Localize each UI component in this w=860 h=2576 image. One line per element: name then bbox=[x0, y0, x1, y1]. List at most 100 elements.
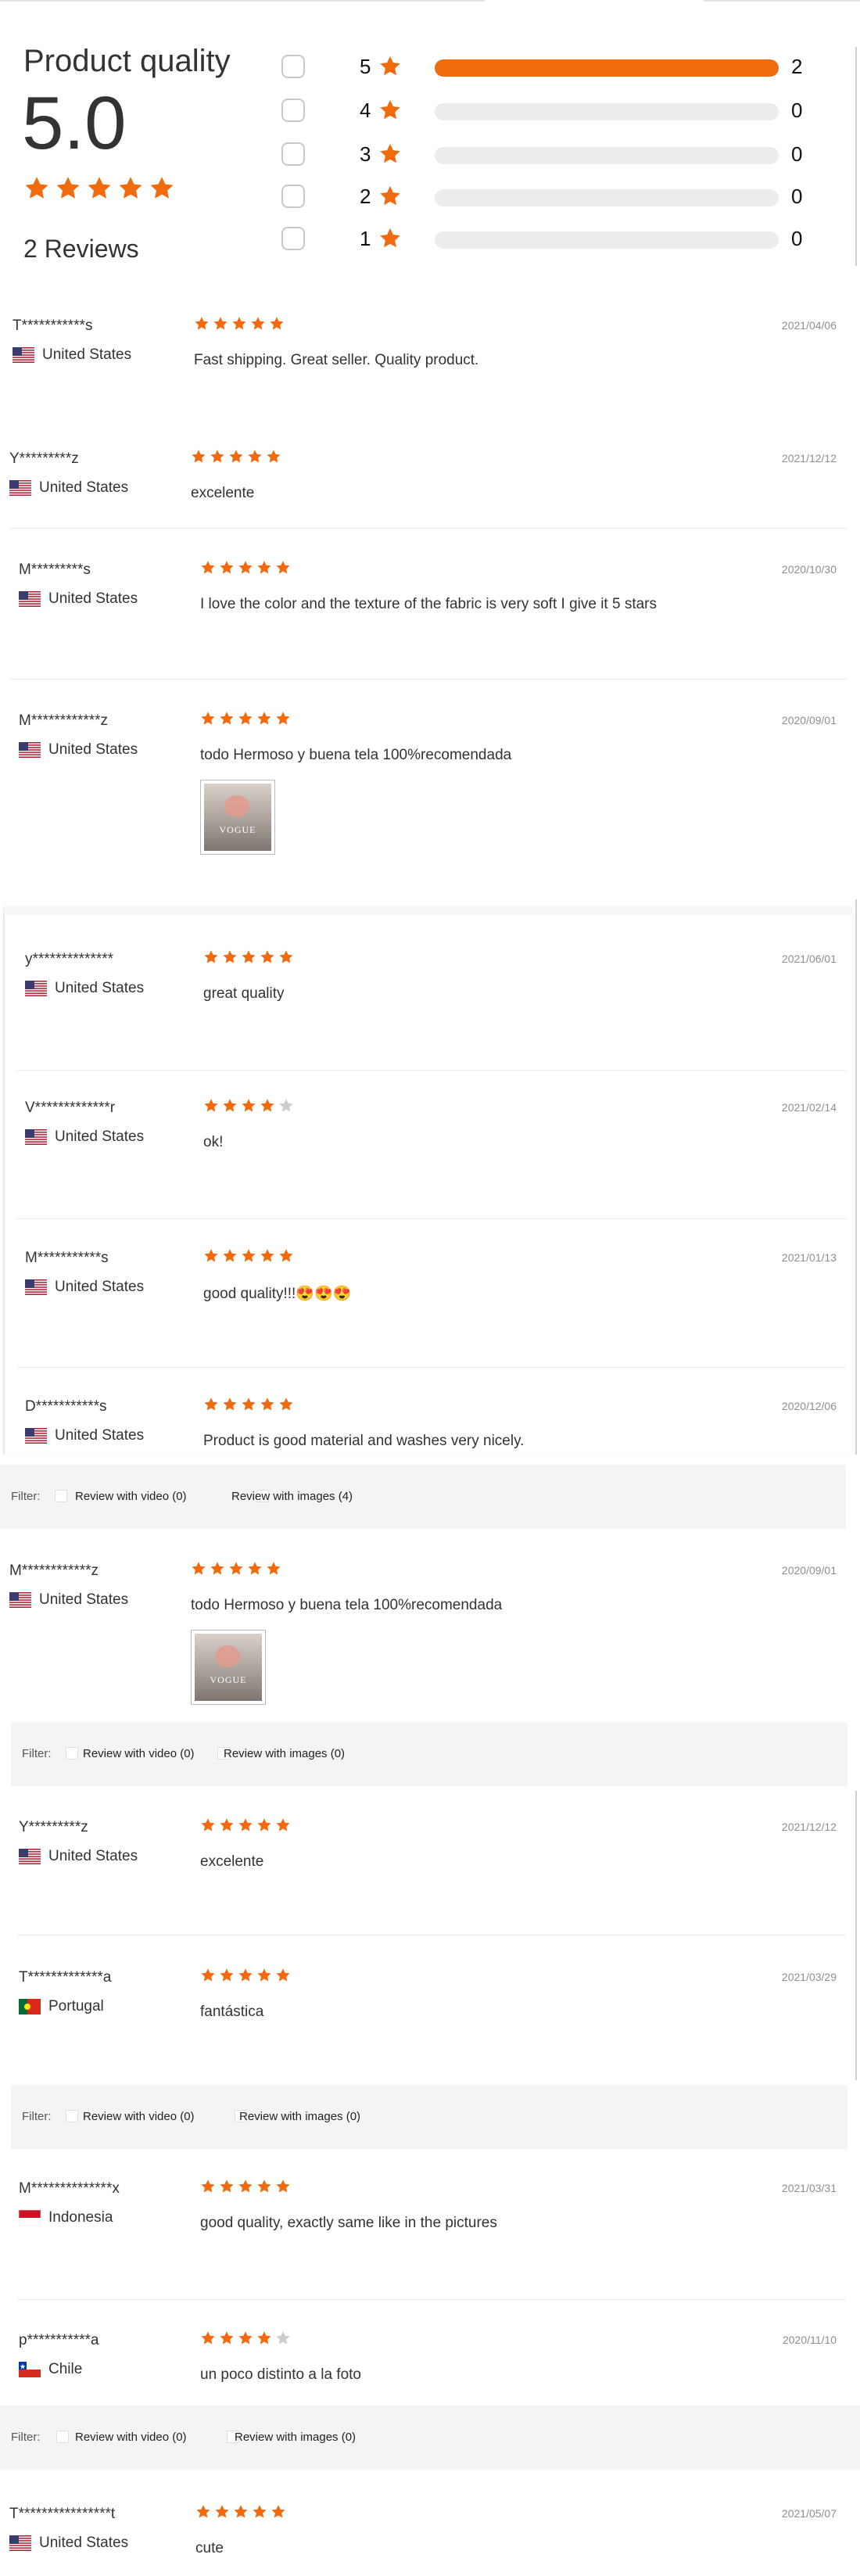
video-filter-label[interactable]: Review with video (0) bbox=[75, 1490, 187, 1503]
star-icon bbox=[201, 2331, 215, 2345]
reviewer-country: United States bbox=[55, 1279, 145, 1295]
star-icon bbox=[380, 143, 400, 163]
star-icon bbox=[248, 450, 262, 463]
portugal-flag-icon bbox=[19, 1999, 41, 2015]
review-stars bbox=[203, 1098, 297, 1114]
us-flag-icon bbox=[9, 1592, 31, 1608]
rating-summary: Product quality 5.0 2 Reviews 5 2 4 0 3 … bbox=[0, 23, 860, 274]
reviewer-name: D***********s bbox=[25, 1398, 107, 1415]
image-filter-label[interactable]: Review with images (4) bbox=[231, 1490, 353, 1503]
rating-filter-checkbox[interactable] bbox=[281, 142, 305, 166]
video-filter-checkbox[interactable] bbox=[55, 1490, 67, 1502]
rating-filter-checkbox[interactable] bbox=[281, 55, 305, 78]
rating-count: 0 bbox=[791, 185, 803, 208]
summary-score: 5.0 bbox=[22, 81, 127, 165]
reviewer-name: Y*********z bbox=[9, 450, 79, 467]
star-icon bbox=[88, 177, 111, 199]
review-date: 2021/12/12 bbox=[781, 1821, 837, 1833]
reviewer-name: T***********s bbox=[13, 318, 93, 334]
review-text: fantástica bbox=[200, 2004, 264, 2020]
reviewer-name: Y*********z bbox=[19, 1819, 88, 1835]
star-icon bbox=[267, 450, 281, 463]
star-icon bbox=[195, 317, 209, 330]
review-text: great quality bbox=[203, 985, 285, 1002]
star-icon bbox=[257, 2331, 271, 2345]
reviewer-country: United States bbox=[55, 1427, 145, 1444]
star-icon bbox=[257, 712, 271, 725]
review-photo-thumbnail[interactable]: VOGUE bbox=[191, 1630, 266, 1705]
rating-bar-track bbox=[435, 231, 779, 249]
review-divider bbox=[17, 1935, 846, 1936]
star-icon bbox=[220, 561, 234, 574]
reviewer-country: United States bbox=[55, 1128, 145, 1145]
review-text: excelente bbox=[200, 1853, 264, 1870]
chile-flag-icon bbox=[19, 2362, 41, 2377]
video-filter-label[interactable]: Review with video (0) bbox=[83, 2110, 195, 2123]
review-stars bbox=[191, 449, 285, 465]
filter-label: Filter: bbox=[22, 2110, 52, 2123]
us-flag-icon bbox=[25, 1279, 47, 1295]
star-icon bbox=[242, 1249, 256, 1262]
us-flag-icon bbox=[9, 480, 31, 496]
rating-row-4: 4 0 bbox=[281, 95, 829, 127]
star-icon bbox=[223, 1249, 237, 1262]
indonesia-flag-icon bbox=[18, 2209, 41, 2226]
star-icon bbox=[279, 1397, 293, 1411]
review-photo-thumbnail[interactable]: VOGUE bbox=[200, 780, 275, 855]
reviewer-country: United States bbox=[55, 980, 145, 996]
star-icon bbox=[251, 317, 265, 330]
reviewer-name: M************z bbox=[9, 1562, 99, 1579]
star-icon bbox=[204, 1397, 218, 1411]
review-stars bbox=[200, 711, 294, 727]
video-filter-checkbox[interactable] bbox=[56, 2431, 69, 2443]
review-date: 2021/06/01 bbox=[781, 953, 837, 965]
star-icon bbox=[201, 1968, 215, 1982]
star-icon bbox=[253, 2505, 267, 2518]
review-text: good quality, exactly same like in the p… bbox=[200, 2215, 497, 2231]
review-date: 2021/05/07 bbox=[781, 2507, 837, 2520]
summary-title: Product quality bbox=[23, 44, 231, 78]
rating-row-5: 5 2 bbox=[281, 52, 829, 83]
video-filter-label[interactable]: Review with video (0) bbox=[75, 2431, 187, 2444]
star-icon bbox=[150, 177, 174, 199]
star-icon bbox=[238, 1818, 253, 1832]
review-stars bbox=[200, 2330, 294, 2346]
review-date: 2020/09/01 bbox=[781, 1564, 837, 1577]
star-icon bbox=[279, 1099, 293, 1112]
panel-right-border bbox=[855, 899, 857, 1455]
photo-caption: VOGUE bbox=[210, 1674, 247, 1685]
star-icon bbox=[220, 2180, 234, 2193]
reviewer-name: M*********s bbox=[19, 561, 91, 578]
star-icon bbox=[260, 1099, 274, 1112]
image-filter-label[interactable]: Review with images (0) bbox=[224, 1747, 345, 1760]
star-icon bbox=[238, 561, 253, 574]
summary-review-count: 2 Reviews bbox=[23, 235, 139, 263]
star-icon bbox=[201, 2180, 215, 2193]
video-filter-label[interactable]: Review with video (0) bbox=[83, 1747, 195, 1760]
star-icon bbox=[201, 561, 215, 574]
star-icon bbox=[238, 2180, 253, 2193]
reviewer-name: M**************x bbox=[19, 2180, 120, 2197]
review-divider bbox=[9, 679, 847, 680]
reviewer-country: Chile bbox=[48, 2361, 83, 2377]
review-filter-bar: Filter: Review with video (0) Review wit… bbox=[11, 2085, 847, 2149]
reviewer-country: United States bbox=[48, 1848, 138, 1864]
rating-filter-checkbox[interactable] bbox=[281, 227, 305, 250]
image-filter-label[interactable]: Review with images (0) bbox=[235, 2431, 356, 2444]
star-icon bbox=[210, 450, 224, 463]
video-filter-checkbox[interactable] bbox=[66, 2110, 78, 2122]
review-date: 2021/02/14 bbox=[781, 1101, 837, 1114]
star-icon bbox=[279, 950, 293, 963]
rating-filter-checkbox[interactable] bbox=[281, 99, 305, 122]
us-flag-icon bbox=[13, 347, 34, 363]
star-icon bbox=[276, 561, 290, 574]
reviewer-name: T*************a bbox=[19, 1969, 112, 1986]
review-date: 2021/12/12 bbox=[781, 452, 837, 465]
star-icon bbox=[204, 950, 218, 963]
filter-label: Filter: bbox=[22, 1747, 52, 1760]
video-filter-checkbox[interactable] bbox=[66, 1747, 78, 1760]
rating-filter-checkbox[interactable] bbox=[281, 185, 305, 208]
star-icon bbox=[204, 1099, 218, 1112]
image-filter-label[interactable]: Review with images (0) bbox=[239, 2110, 360, 2123]
star-icon bbox=[223, 1397, 237, 1411]
